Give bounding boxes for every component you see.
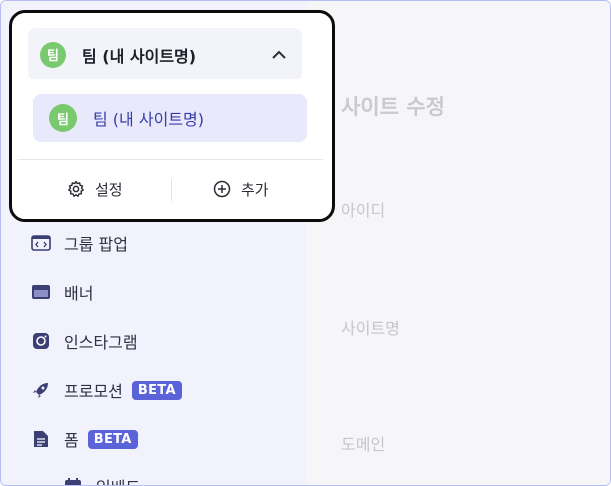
beta-badge: BETA	[87, 429, 138, 449]
calendar-icon	[63, 476, 83, 485]
page-title: 사이트 수정	[341, 95, 445, 119]
sidebar-item-label: 인스타그램	[64, 333, 138, 352]
main-content: 사이트 수정 아이디 사이트명 도메인	[307, 1, 610, 485]
chevron-up-icon[interactable]	[270, 46, 288, 64]
team-avatar: 팀	[49, 104, 77, 132]
settings-button[interactable]: 설정	[67, 175, 123, 203]
team-menu-item-label: 팀 (내 사이트명)	[93, 110, 204, 129]
sidebar-item-group-popup[interactable]: 그룹 팝업	[31, 228, 128, 258]
field-label-domain: 도메인	[341, 435, 386, 454]
plus-circle-icon	[213, 180, 231, 198]
gear-icon	[68, 180, 84, 197]
sidebar-item-instagram[interactable]: 인스타그램	[31, 326, 138, 356]
menu-divider	[17, 159, 323, 160]
sidebar-item-label: 임베드	[96, 474, 140, 485]
team-switcher-toggle[interactable]: 팀 팀 (내 사이트명)	[28, 28, 302, 81]
app-window: 그룹 팝업 배너 인스타그램 프로모션 BETA 폼 BETA 사이트 수정 아…	[0, 0, 611, 486]
sidebar-item-form[interactable]: 폼 BETA	[31, 424, 138, 454]
sidebar-item-promotion[interactable]: 프로모션 BETA	[31, 375, 182, 405]
team-menu: 팀 팀 (내 사이트명) 설정 추가	[17, 79, 323, 217]
code-window-icon	[31, 233, 51, 253]
add-label: 추가	[241, 180, 269, 199]
team-menu-item[interactable]: 팀 팀 (내 사이트명)	[33, 94, 307, 142]
banner-icon	[31, 282, 51, 302]
instagram-icon	[31, 331, 51, 351]
team-avatar: 팀	[40, 41, 66, 68]
sidebar-item-label: 배너	[64, 284, 94, 303]
sidebar-item-label: 그룹 팝업	[64, 235, 128, 254]
document-icon	[31, 429, 51, 449]
rocket-icon	[31, 380, 51, 400]
sidebar-item-embed[interactable]: 임베드	[63, 471, 140, 485]
action-divider	[171, 179, 172, 201]
current-team-name: 팀 (내 사이트명)	[82, 46, 197, 66]
sidebar-item-label: 프로모션	[64, 382, 123, 401]
add-team-button[interactable]: 추가	[213, 175, 269, 203]
field-label-site-name: 사이트명	[341, 319, 400, 338]
team-switcher-popup: 팀 팀 (내 사이트명) 팀 팀 (내 사이트명) 설정 추가	[9, 10, 335, 222]
sidebar-item-label: 폼	[64, 431, 79, 450]
sidebar-item-banner[interactable]: 배너	[31, 277, 93, 307]
settings-label: 설정	[95, 180, 123, 199]
field-label-id: 아이디	[341, 201, 386, 220]
beta-badge: BETA	[131, 380, 182, 400]
